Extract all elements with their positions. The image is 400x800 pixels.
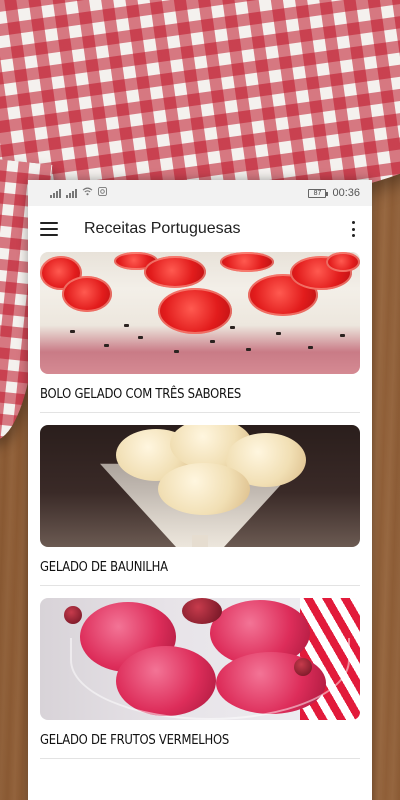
app-title: Receitas Portuguesas — [84, 220, 241, 237]
signal-icon — [50, 188, 61, 198]
recipe-title: GELADO DE BAUNILHA — [40, 559, 168, 575]
wifi-icon — [82, 187, 93, 199]
phone-frame: 87 00:36 Receitas Portuguesas BOLO GELAD… — [28, 180, 372, 800]
battery-icon: 87 — [308, 188, 329, 198]
recipe-image-cake — [40, 252, 360, 374]
recipe-card[interactable]: BOLO GELADO COM TRÊS SABORES — [40, 252, 360, 413]
app-bar: Receitas Portuguesas — [28, 206, 372, 252]
recipe-card[interactable]: GELADO DE FRUTOS VERMELHOS — [40, 598, 360, 759]
signal-icon — [66, 188, 77, 198]
more-vert-icon[interactable] — [346, 221, 360, 237]
recipe-image-red-fruits — [40, 598, 360, 720]
menu-icon[interactable] — [40, 222, 58, 236]
status-bar: 87 00:36 — [28, 180, 372, 206]
recipe-card[interactable]: GELADO DE BAUNILHA — [40, 425, 360, 586]
recipe-image-vanilla — [40, 425, 360, 547]
recipe-title: GELADO DE FRUTOS VERMELHOS — [40, 732, 229, 748]
sync-icon — [98, 187, 107, 199]
status-time: 00:36 — [332, 187, 360, 199]
recipe-title: BOLO GELADO COM TRÊS SABORES — [40, 386, 242, 402]
recipe-list: BOLO GELADO COM TRÊS SABORES GELADO DE B… — [28, 252, 372, 759]
